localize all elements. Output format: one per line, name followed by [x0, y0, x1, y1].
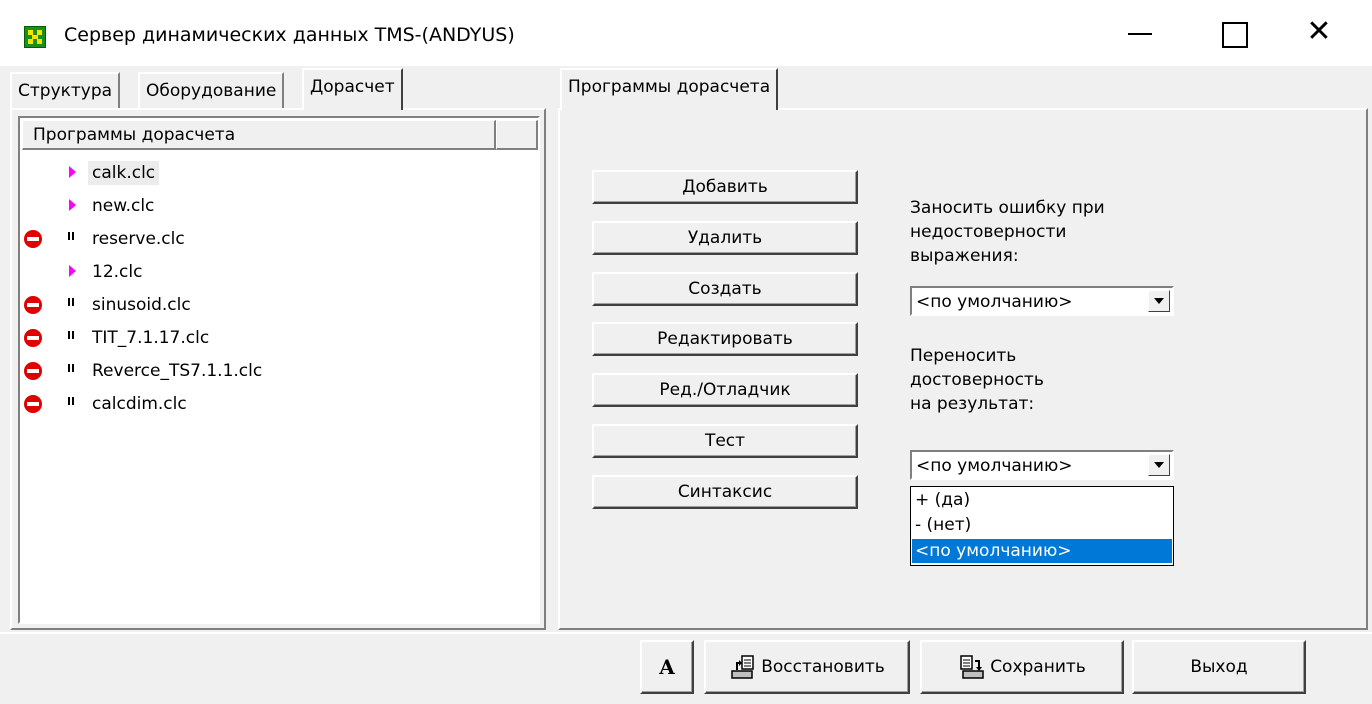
list-item-label: 12.clc — [92, 262, 143, 282]
test-button[interactable]: Тест — [592, 424, 858, 458]
list-item-label: calcdim.clc — [92, 394, 187, 414]
restore-icon — [729, 653, 757, 681]
pause-icon — [68, 298, 74, 306]
stop-icon — [24, 329, 42, 347]
dropdown-option-default[interactable]: <по умолчанию> — [912, 539, 1172, 563]
validity-option-value: <по умолчанию> — [916, 456, 1073, 476]
list-item[interactable]: 12.clc — [22, 257, 522, 287]
error-option-select[interactable]: <по умолчанию> — [910, 286, 1174, 316]
pause-icon — [68, 331, 74, 339]
running-play-icon — [69, 199, 76, 211]
list-item-label: sinusoid.clc — [92, 295, 191, 315]
syntax-button[interactable]: Синтаксис — [592, 475, 858, 509]
maximize-icon[interactable] — [1210, 10, 1256, 56]
save-button[interactable]: Сохранить — [920, 640, 1124, 694]
list-item-label: calk.clc — [88, 161, 160, 185]
delete-button[interactable]: Удалить — [592, 221, 858, 255]
running-play-icon — [69, 166, 76, 178]
list-column-header-empty[interactable] — [496, 120, 538, 150]
restore-button-label: Восстановить — [761, 657, 885, 677]
validity-option-select[interactable]: <по умолчанию> — [910, 450, 1174, 480]
chevron-down-icon[interactable] — [1148, 454, 1170, 476]
error-option-label: Заносить ошибку при недостоверности выра… — [910, 198, 1105, 266]
add-button[interactable]: Добавить — [592, 170, 858, 204]
list-item[interactable]: sinusoid.clc — [22, 290, 522, 320]
create-button[interactable]: Создать — [592, 272, 858, 306]
error-option-value: <по умолчанию> — [916, 292, 1073, 312]
tab-structure[interactable]: Структура — [10, 72, 121, 108]
tab-calculation[interactable]: Дорасчет — [302, 68, 403, 110]
list-item[interactable]: TIT_7.1.17.clc — [22, 323, 522, 353]
validity-option-dropdown: + (да) - (нет) <по умолчанию> — [910, 486, 1174, 566]
running-play-icon — [69, 265, 76, 277]
stop-icon — [24, 362, 42, 380]
save-icon — [958, 653, 986, 681]
edit-debugger-button[interactable]: Ред./Отладчик — [592, 373, 858, 407]
exit-button[interactable]: Выход — [1132, 640, 1306, 694]
list-item[interactable]: calk.clc — [22, 158, 522, 188]
pause-icon — [68, 364, 74, 372]
list-item-label: TIT_7.1.17.clc — [92, 328, 210, 348]
stop-icon — [24, 230, 42, 248]
dropdown-option-no[interactable]: - (нет) — [912, 513, 1172, 537]
list-item[interactable]: new.clc — [22, 191, 522, 221]
app-grid-icon[interactable] — [24, 26, 46, 48]
pause-icon — [68, 232, 74, 240]
list-item-label: reserve.clc — [92, 229, 185, 249]
chevron-down-icon[interactable] — [1148, 290, 1170, 312]
stop-icon — [24, 395, 42, 413]
save-button-label: Сохранить — [990, 657, 1086, 677]
font-button[interactable]: A — [640, 640, 694, 694]
list-item[interactable]: reserve.clc — [22, 224, 522, 254]
close-icon[interactable]: ✕ — [1296, 10, 1342, 56]
restore-button[interactable]: Восстановить — [704, 640, 910, 694]
list-item[interactable]: calcdim.clc — [22, 389, 522, 419]
minimize-icon[interactable] — [1117, 10, 1163, 56]
list-item-label: Reverce_TS7.1.1.clc — [92, 361, 263, 381]
tab-equipment[interactable]: Оборудование — [138, 72, 285, 108]
pause-icon — [68, 397, 74, 405]
edit-button[interactable]: Редактировать — [592, 322, 858, 356]
validity-option-label: Переносить достоверность на результат: — [910, 346, 1044, 414]
list-column-header[interactable]: Программы дорасчета — [22, 120, 496, 150]
list-item[interactable]: Reverce_TS7.1.1.clc — [22, 356, 522, 386]
window-title: Сервер динамических данных TMS-(ANDYUS) — [64, 24, 515, 46]
stop-icon — [24, 296, 42, 314]
list-item-label: new.clc — [92, 196, 155, 216]
tab-calc-programs[interactable]: Программы дорасчета — [560, 68, 779, 110]
dropdown-option-yes[interactable]: + (да) — [912, 488, 1172, 512]
